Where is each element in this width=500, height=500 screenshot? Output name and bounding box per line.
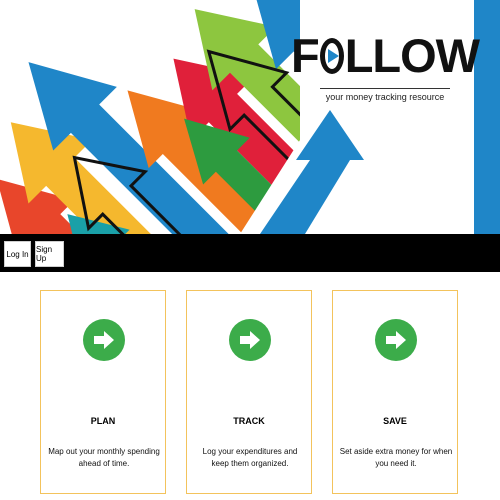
feature-card-description: Set aside extra money for when you need … [339, 447, 453, 468]
feature-card-title: TRACK [233, 416, 265, 426]
feature-card-description: Log your expenditures and keep them orga… [202, 447, 298, 468]
brand-tagline: your money tracking resource [325, 92, 445, 102]
signup-button[interactable]: Sign Up [35, 241, 64, 267]
brand-logo: F LLOW [290, 29, 480, 82]
login-button[interactable]: Log In [4, 241, 31, 267]
arrow-right-icon [375, 319, 417, 361]
hero-banner: F LLOW your money tracking resource [0, 0, 500, 234]
arrow-right-icon [83, 319, 125, 361]
feature-card-title: SAVE [383, 416, 407, 426]
arrow-right-icon [229, 319, 271, 361]
feature-card-track: TRACK Log your expenditures and keep the… [186, 290, 312, 494]
feature-card-title: PLAN [90, 416, 116, 426]
top-nav-bar: Log In Sign Up [0, 234, 500, 272]
feature-card-save: SAVE Set aside extra money for when you … [332, 290, 458, 494]
feature-card-plan: PLAN Map out your monthly spending ahead… [40, 290, 166, 494]
logo-arrow-icon [319, 38, 344, 74]
brand-divider [320, 88, 450, 89]
feature-card-description: Map out your monthly spending ahead of t… [48, 447, 160, 468]
brand-block: F LLOW your money tracking resource [290, 29, 480, 103]
